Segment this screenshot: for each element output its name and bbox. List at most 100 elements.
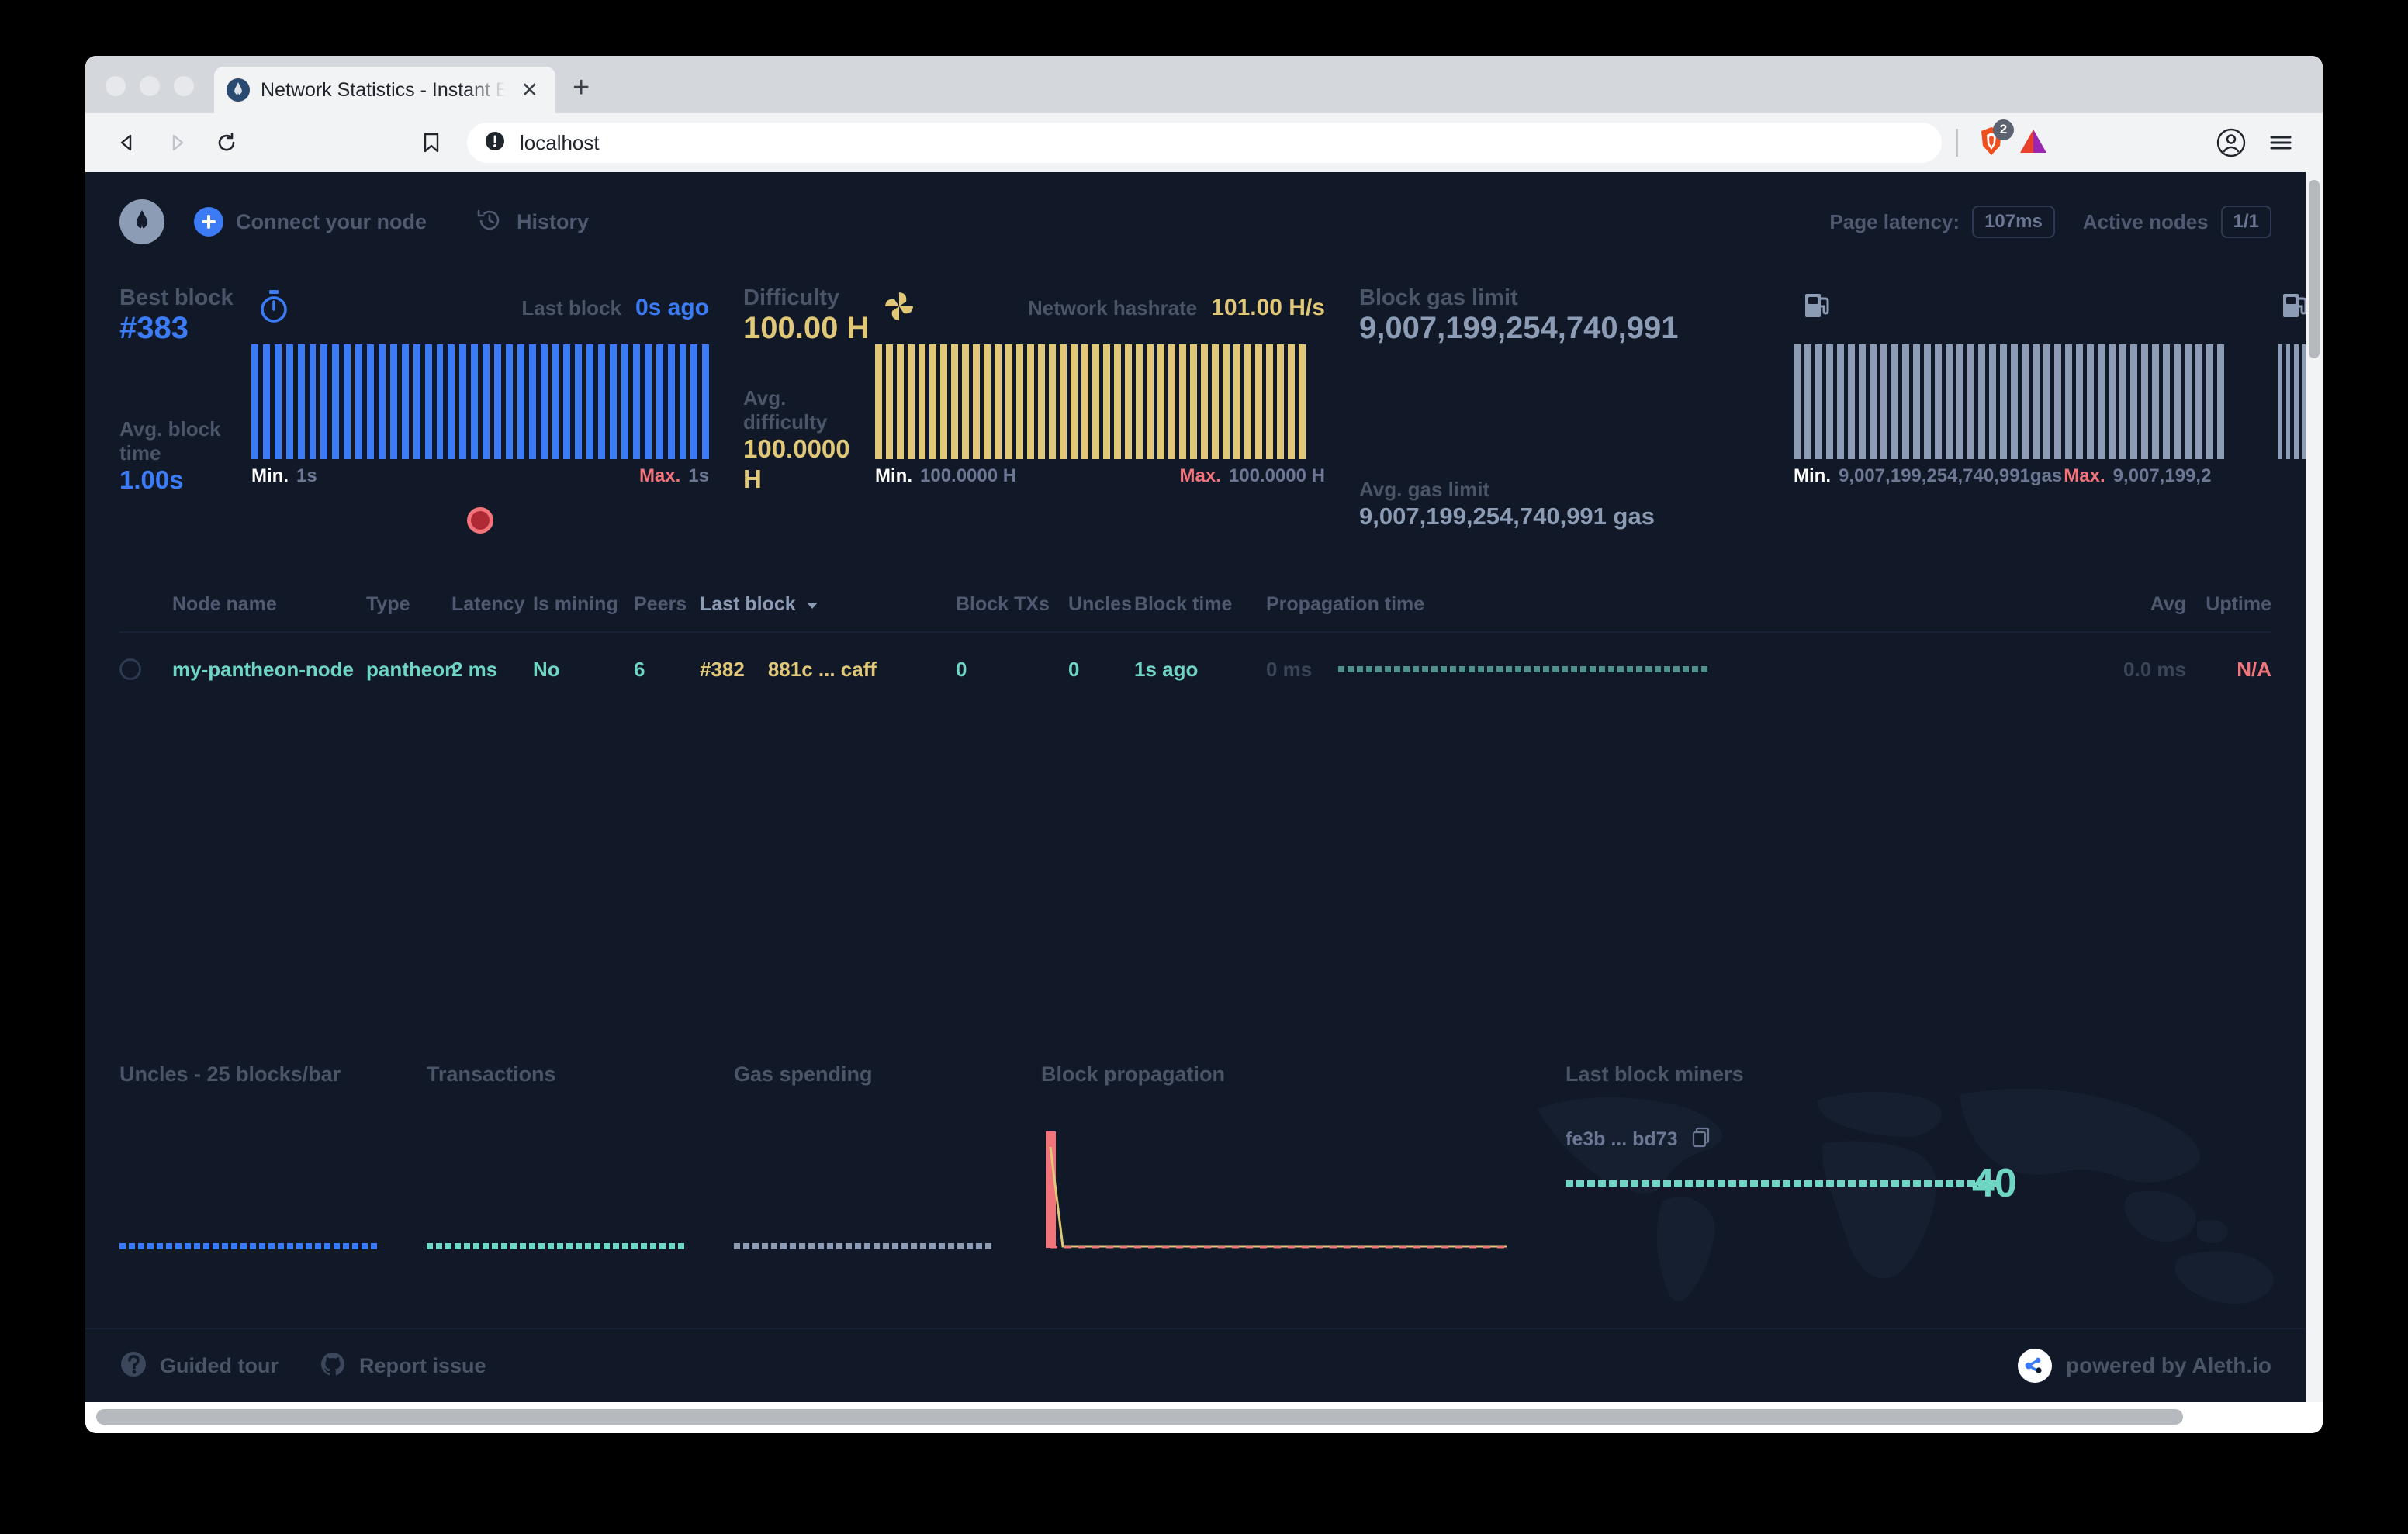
spark-dot [501,1243,507,1249]
col-avg[interactable]: Avg [2105,593,2186,616]
col-latency[interactable]: Latency [452,593,533,616]
spark-dot [1815,1180,1823,1187]
spark-bar [1071,344,1078,459]
history-button[interactable]: History [475,206,589,239]
spark-dot [1552,666,1559,672]
spark-dot [920,1243,926,1249]
vertical-scrollbar-thumb[interactable] [2309,180,2320,358]
spark-dot [166,1243,172,1249]
bookmark-icon[interactable] [410,121,453,164]
spark-bar [2033,344,2040,459]
spark-dot [1642,1180,1649,1187]
table-header-row: Node name Type Latency Is mining Peers L… [119,577,2271,631]
minimize-window-button[interactable] [140,76,160,96]
spark-bar [1114,344,1121,459]
connect-your-node-button[interactable]: Connect your node [194,207,427,237]
spark-dot [967,1243,973,1249]
maximize-window-button[interactable] [174,76,194,96]
not-secure-info-icon[interactable] [484,130,506,156]
col-block-txs[interactable]: Block TXs [956,593,1068,616]
spark-bar [995,344,1002,459]
bat-triangle-icon[interactable] [2019,128,2048,158]
spark-dot [827,1243,833,1249]
col-uptime[interactable]: Uptime [2186,593,2271,616]
report-issue-button[interactable]: Report issue [319,1350,486,1382]
spark-dot [1728,1180,1736,1187]
spark-bar [320,344,328,459]
brave-lion-shield-icon[interactable]: 2 [1977,119,2014,161]
col-uncles[interactable]: Uncles [1068,593,1134,616]
address-bar[interactable]: localhost [467,123,1942,163]
reload-icon[interactable] [205,121,248,164]
spark-bar [2278,344,2282,459]
spark-dot [874,1243,880,1249]
vertical-scrollbar[interactable] [2306,172,2323,1402]
spark-bar [355,344,363,459]
miner-address[interactable]: fe3b ... bd73 [1566,1128,1677,1151]
spark-dot [641,1243,647,1249]
horizontal-scrollbar-thumb[interactable] [96,1409,2183,1425]
table-row[interactable]: my-pantheon-node pantheon 2 ms No 6 #382… [119,631,2271,706]
chart-transactions-bars [427,1243,684,1249]
block-propagation-plot [1046,1131,1507,1249]
spark-dot [1366,666,1373,672]
cell-latency: 2 ms [452,657,498,681]
back-arrow-icon[interactable] [106,121,149,164]
spark-dot [278,1243,284,1249]
spark-dot [892,1243,898,1249]
profile-avatar-icon[interactable] [2209,121,2253,164]
browser-tab-title: Network Statistics - Instant Ethe [261,78,506,101]
spark-bar [552,344,559,459]
col-node-name[interactable]: Node name [172,593,366,616]
spark-bar [1277,344,1284,459]
spark-dot [231,1243,237,1249]
spark-dot [492,1243,498,1249]
gas-limit-sparkline [1794,343,2244,459]
spark-dot [1450,666,1457,672]
close-window-button[interactable] [106,76,126,96]
alethio-icon [2018,1349,2052,1383]
spark-dot [1422,666,1429,672]
cell-block-hash[interactable]: 881c ... caff [768,658,877,682]
powered-by-alethio[interactable]: powered by Aleth.io [2018,1349,2271,1383]
spark-bar [1201,344,1208,459]
spark-dot [520,1243,526,1249]
col-type[interactable]: Type [366,593,452,616]
spark-dot [1652,1180,1660,1187]
hamburger-menu-icon[interactable] [2259,121,2302,164]
col-propagation-time[interactable]: Propagation time [1266,593,2105,616]
browser-tab[interactable]: Network Statistics - Instant Ethe ✕ [214,67,555,113]
spark-bar [702,344,710,459]
spark-dot [324,1243,330,1249]
spark-dot [1459,666,1466,672]
col-is-mining[interactable]: Is mining [533,593,634,616]
col-last-block[interactable]: Last block [700,593,956,616]
spark-dot [1935,1180,1943,1187]
spark-bar [1978,344,1985,459]
avg-block-time-value: 1.00s [119,465,184,494]
close-tab-button[interactable]: ✕ [516,79,543,101]
spark-dot [855,1243,861,1249]
spark-dot [1506,666,1513,672]
spark-dot [1663,1180,1671,1187]
gas-limit-max-key: Max. [2064,465,2105,486]
spark-bar [1826,344,1833,459]
spark-dot [1902,1180,1910,1187]
spark-dot [734,1243,740,1249]
copy-icon[interactable] [1691,1127,1711,1152]
ethstats-logo-icon[interactable] [119,199,164,244]
spark-dot [464,1243,470,1249]
spark-dot [315,1243,321,1249]
spark-bar [679,344,687,459]
chart-gas-spending-bars [734,1243,991,1249]
spark-bar [951,344,958,459]
guided-tour-button[interactable]: Guided tour [119,1350,279,1382]
gas-limit-chart-header [1794,285,2244,330]
spark-bar [2098,344,2105,459]
col-peers[interactable]: Peers [634,593,700,616]
horizontal-scrollbar[interactable] [85,1402,2323,1433]
spark-bar [1946,344,1953,459]
spark-dot [1515,666,1522,672]
col-block-time[interactable]: Block time [1134,593,1266,616]
new-tab-button[interactable]: + [573,73,590,102]
